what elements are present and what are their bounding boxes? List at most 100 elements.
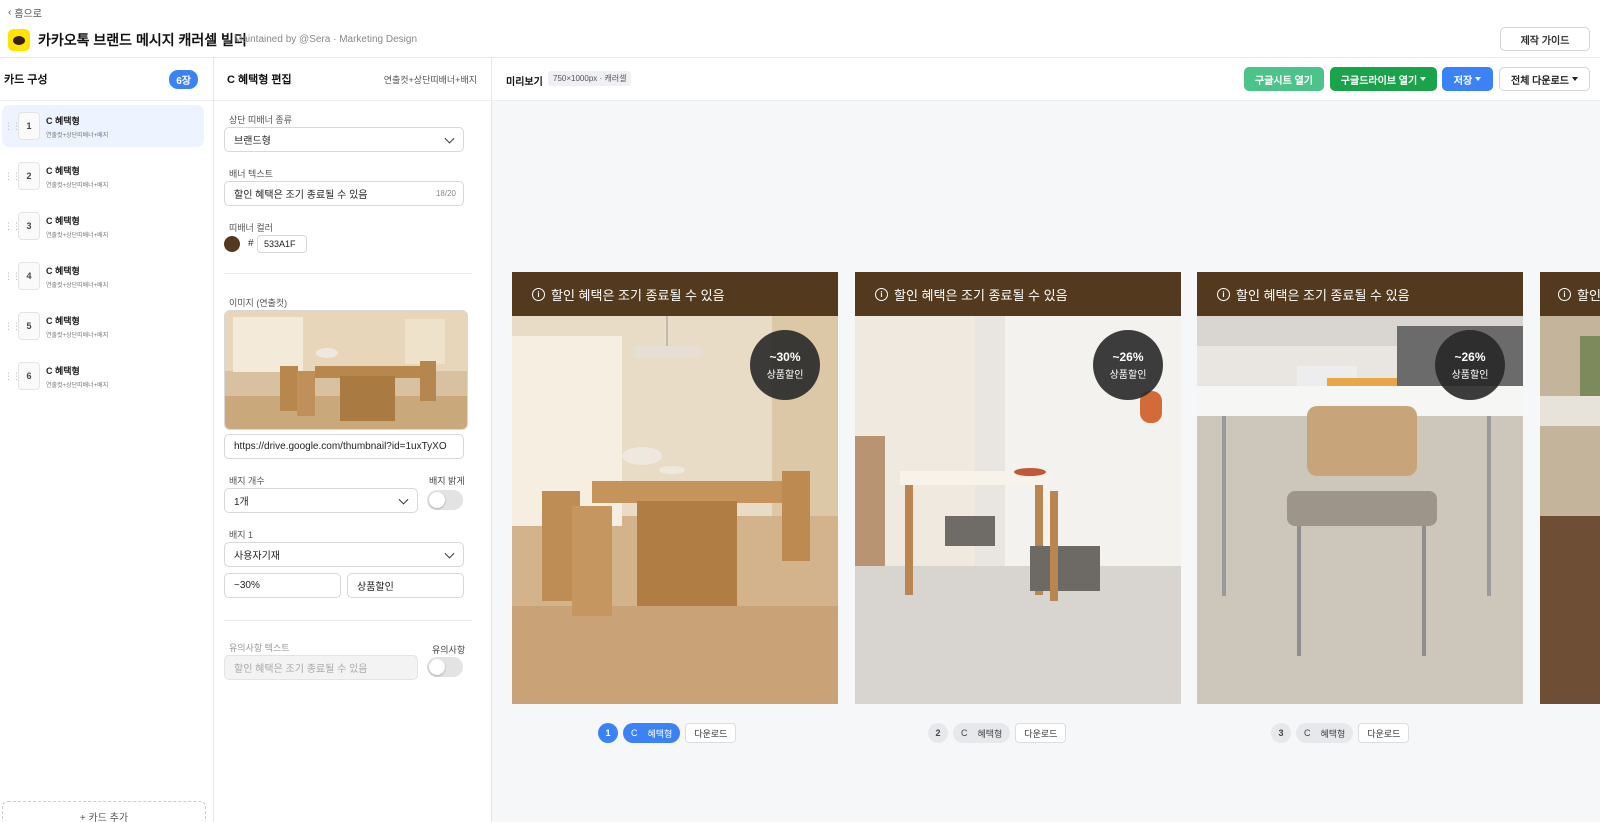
banner-type-value: 브랜드형 <box>234 136 271 147</box>
notice-text-input[interactable]: 할인 혜택은 조기 종료될 수 있음 <box>224 655 418 680</box>
chevron-down-icon <box>398 494 409 505</box>
card-type-name: 혜택형 <box>977 728 1003 739</box>
card-index[interactable]: 2 <box>928 723 948 743</box>
char-counter: 18/20 <box>435 189 456 198</box>
card-type-pill[interactable]: C 혜택형 <box>953 723 1011 743</box>
card-number: 1 <box>18 112 40 140</box>
badge-bright-toggle[interactable] <box>427 490 463 510</box>
card-banner-text: 할인 혜택은 조기 종료될 수 있음 <box>1236 287 1410 303</box>
editor-template-tag: 연출컷+상단띠배너+배지 <box>383 74 477 85</box>
drag-handle-icon[interactable]: ⋮⋮ <box>4 321 21 332</box>
sidebar-card-5[interactable]: ⋮⋮ 5 C 혜택형 연출컷+상단띠배너+배지 <box>2 305 204 347</box>
preview-card-1[interactable]: i 할인 혜택은 조기 종료될 수 있음 ~30% 상품할인 <box>512 272 838 704</box>
drag-handle-icon[interactable]: ⋮⋮ <box>4 271 21 282</box>
banner-color-label: 띠배너 컬러 <box>229 223 273 233</box>
card-desc: 연출컷+상단띠배너+배지 <box>46 382 109 389</box>
info-icon: i <box>875 287 888 301</box>
dining-room-photo <box>225 311 467 429</box>
drag-handle-icon[interactable]: ⋮⋮ <box>4 121 21 132</box>
drag-handle-icon[interactable]: ⋮⋮ <box>4 371 21 382</box>
card-type: C <box>1304 728 1311 738</box>
badge1-label: 배지 1 <box>229 530 254 540</box>
back-link[interactable]: ‹ 홈으로 <box>8 5 42 20</box>
preview-card-3[interactable]: i 할인 혜택은 조기 종료될 수 있음 ~26% 상품할인 <box>1197 272 1523 704</box>
card-type-pill[interactable]: C 혜택형 <box>1296 723 1354 743</box>
discount-label: 상품할인 <box>1451 369 1489 381</box>
info-icon: i <box>1558 287 1571 301</box>
discount-label: 상품할인 <box>1109 369 1147 381</box>
card-name: C 혜택형 <box>46 115 80 126</box>
card-desc: 연출컷+상단띠배너+배지 <box>46 182 109 189</box>
badge1-text-input[interactable]: 상품할인 <box>347 573 464 598</box>
open-drive-label: 구글드라이브 열기 <box>1340 75 1418 87</box>
open-drive-button[interactable]: 구글드라이브 열기 <box>1330 67 1437 91</box>
card-editor-panel: C 혜택형 편집 연출컷+상단띠배너+배지 상단 띠배너 종류 브랜드형 배너 … <box>214 58 492 822</box>
banner-type-label: 상단 띠배너 종류 <box>229 115 292 125</box>
editor-title: C 혜택형 편집 <box>227 74 292 86</box>
back-link-label: 홈으로 <box>14 9 42 20</box>
sidebar-header: 카드 구성 6장 <box>0 58 213 101</box>
discount-badge: ~26% 상품할인 <box>1435 330 1505 400</box>
info-icon: i <box>1217 287 1230 301</box>
app-title: 카카오톡 브랜드 메시지 캐러셀 빌더 <box>38 32 247 48</box>
drag-handle-icon[interactable]: ⋮⋮ <box>4 171 21 182</box>
card-download-button[interactable]: 다운로드 <box>685 723 737 743</box>
image-url-input[interactable]: https://drive.google.com/thumbnail?id=1u… <box>224 434 464 459</box>
discount-badge: ~30% 상품할인 <box>750 330 820 400</box>
badge1-type-value: 사용자기재 <box>234 551 280 562</box>
size-tag: 750×1000px · 캐러셀 <box>548 71 632 86</box>
hex-color-input[interactable]: 533A1F <box>257 235 307 253</box>
card-list-sidebar: 카드 구성 6장 ⋮⋮ 1 C 혜택형 연출컷+상단띠배너+배지 ⋮⋮ 2 C … <box>0 58 214 822</box>
chevron-left-icon: ‹ <box>8 7 12 18</box>
save-button[interactable]: 저장 <box>1442 67 1493 91</box>
sidebar-card-2[interactable]: ⋮⋮ 2 C 혜택형 연출컷+상단띠배너+배지 <box>2 155 204 197</box>
badge1-type-select[interactable]: 사용자기재 <box>224 542 464 567</box>
banner-text-label: 배너 텍스트 <box>229 169 273 179</box>
card-index[interactable]: 3 <box>1271 723 1291 743</box>
image-thumbnail[interactable] <box>224 310 468 430</box>
add-card-button[interactable]: + 카드 추가 <box>2 801 206 822</box>
badge-bright-label: 배지 밝게 <box>429 476 465 486</box>
info-icon: i <box>532 287 545 301</box>
sidebar-card-1[interactable]: ⋮⋮ 1 C 혜택형 연출컷+상단띠배너+배지 <box>2 105 204 147</box>
badge-count-select[interactable]: 1개 <box>224 488 418 513</box>
card-banner: i 할인 <box>1540 272 1600 316</box>
card-type: C <box>961 728 968 738</box>
card-index[interactable]: 1 <box>598 723 618 743</box>
sidebar-title: 카드 구성 <box>4 74 48 86</box>
banner-type-select[interactable]: 브랜드형 <box>224 127 464 152</box>
card-name: C 혜택형 <box>46 215 80 226</box>
guide-button[interactable]: 제작 가이드 <box>1500 27 1590 51</box>
notice-text-placeholder: 할인 혜택은 조기 종료될 수 있음 <box>234 664 368 675</box>
image-url-value: https://drive.google.com/thumbnail?id=1u… <box>234 441 447 452</box>
card-name: C 혜택형 <box>46 315 80 326</box>
color-swatch[interactable] <box>224 236 240 252</box>
preview-card-2[interactable]: i 할인 혜택은 조기 종료될 수 있음 ~26% 상품할인 <box>855 272 1181 704</box>
card-download-button[interactable]: 다운로드 <box>1358 723 1410 743</box>
card-type-name: 혜택형 <box>1320 728 1346 739</box>
open-sheet-button[interactable]: 구글시트 열기 <box>1244 67 1324 91</box>
chevron-down-icon <box>444 133 455 144</box>
hash-symbol: # <box>248 238 254 249</box>
badge1-value-input[interactable]: ~30% <box>224 573 341 598</box>
card-type-pill[interactable]: C 혜택형 <box>623 723 681 743</box>
badge-count-label: 배지 개수 <box>229 476 265 486</box>
notice-toggle[interactable] <box>427 657 463 677</box>
banner-text-value: 할인 혜택은 조기 종료될 수 있음 <box>234 190 368 201</box>
sidebar-card-6[interactable]: ⋮⋮ 6 C 혜택형 연출컷+상단띠배너+배지 <box>2 355 204 397</box>
preview-card-4[interactable]: i 할인 <box>1540 272 1600 704</box>
sidebar-card-3[interactable]: ⋮⋮ 3 C 혜택형 연출컷+상단띠배너+배지 <box>2 205 204 247</box>
card-download-button[interactable]: 다운로드 <box>1015 723 1067 743</box>
editor-header: C 혜택형 편집 연출컷+상단띠배너+배지 <box>214 58 491 101</box>
card-type: C <box>631 728 638 738</box>
download-all-button[interactable]: 전체 다운로드 <box>1499 67 1590 91</box>
discount-badge: ~26% 상품할인 <box>1093 330 1163 400</box>
drag-handle-icon[interactable]: ⋮⋮ <box>4 221 21 232</box>
sidebar-card-4[interactable]: ⋮⋮ 4 C 혜택형 연출컷+상단띠배너+배지 <box>2 255 204 297</box>
divider <box>224 273 472 274</box>
banner-text-input[interactable]: 할인 혜택은 조기 종료될 수 있음 18/20 <box>224 181 464 206</box>
preview-title: 미리보기 <box>506 77 543 88</box>
card-banner-text: 할인 혜택은 조기 종료될 수 있음 <box>894 287 1068 303</box>
chevron-down-icon <box>444 548 455 559</box>
notice-toggle-label: 유의사항 <box>432 645 466 655</box>
